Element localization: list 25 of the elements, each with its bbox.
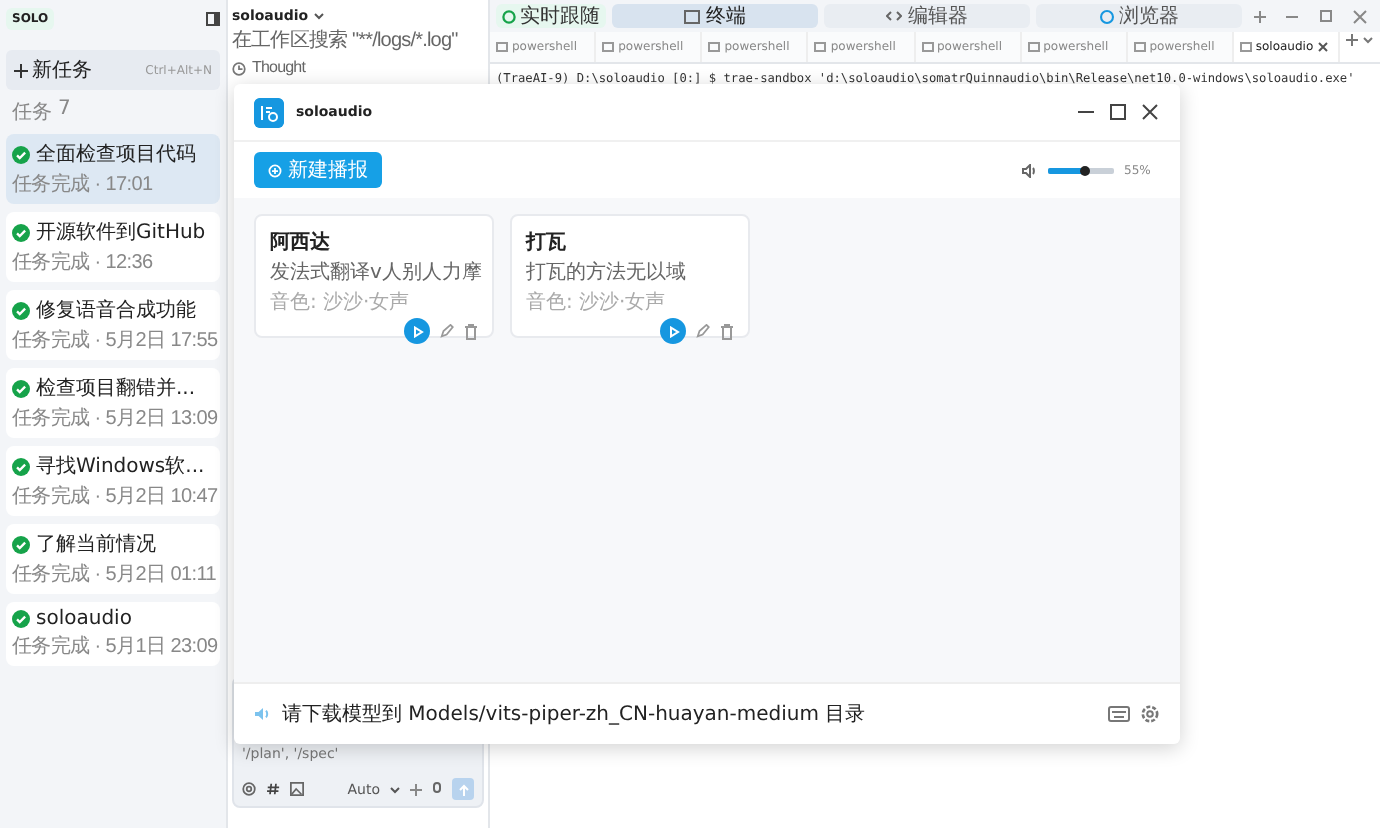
card-description: 打瓦的方法无以域 — [526, 259, 688, 286]
task-status: 任务完成 · 17:01 — [12, 171, 155, 198]
task-status: 任务完成 · 5月2日 10:47 — [12, 483, 214, 510]
task-title: soloaudio — [36, 608, 132, 630]
task-status: 任务完成 · 5月2日 17:55 — [12, 327, 214, 354]
search-step: 在工作区搜索 "**/logs/*.log" — [232, 30, 458, 54]
task-title: 修复语音合成功能 — [36, 297, 196, 324]
task-title: 寻找Windows软... — [36, 453, 205, 480]
task-status: 任务完成 · 5月2日 13:09 — [12, 405, 214, 432]
task-status: 任务完成 · 5月2日 01:11 — [12, 561, 214, 588]
card-description: 发法式翻译v人别人力摩 — [270, 259, 478, 286]
card-title: 阿西达 — [270, 229, 332, 256]
task-status: 任务完成 · 12:36 — [12, 249, 155, 276]
thought-label: Thought — [252, 56, 306, 80]
task-title: 检查项目翻错并... — [36, 375, 196, 402]
task-title: 开源软件到GitHub — [36, 220, 206, 246]
task-title: 全面检查项目代码 — [36, 141, 196, 168]
section-label: 任务 — [12, 100, 52, 126]
voice-label: 音色: 沙沙·女声 — [270, 289, 412, 316]
card-title: 打瓦 — [526, 229, 568, 256]
task-status: 任务完成 · 5月1日 23:09 — [12, 633, 214, 660]
task-title: 了解当前情况 — [36, 531, 156, 558]
task-count: 7 — [58, 98, 71, 124]
status-message: 请下载模型到 Models/vits-piper-zh_CN-huayan-medium 目录 — [282, 701, 868, 728]
voice-label: 音色: 沙沙·女声 — [526, 289, 668, 316]
